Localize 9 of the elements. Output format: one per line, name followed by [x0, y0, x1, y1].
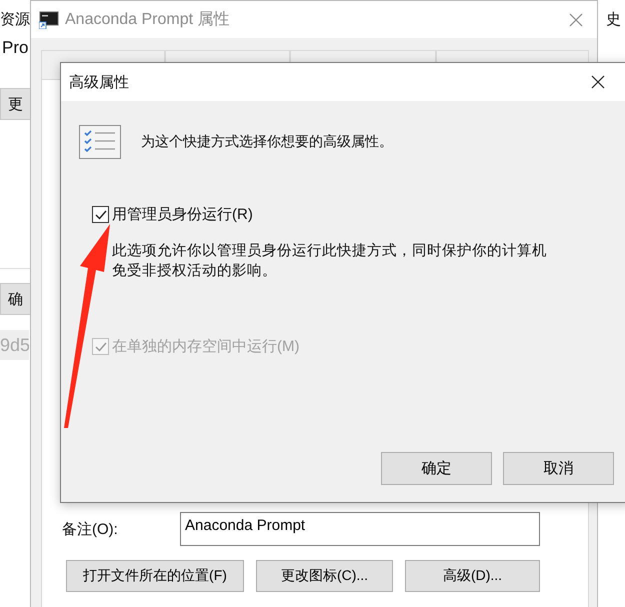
checkbox-option: 在单独的内存空间中运行(M) [92, 337, 300, 356]
label: 资源 [0, 10, 30, 29]
intro-text: 为这个快捷方式选择你想要的高级属性。 [141, 133, 393, 151]
label: Pro [2, 38, 28, 58]
field-label: 备注(O): [62, 520, 119, 538]
description-text: 此选项允许你以管理员身份运行此快捷方式，同时保护你的计算机免受非授权活动的影响。 [112, 242, 548, 281]
label: 史 [606, 10, 621, 29]
window-title: Anaconda Prompt 属性 [65, 10, 231, 30]
dialog-title: 高级属性 [69, 72, 130, 92]
